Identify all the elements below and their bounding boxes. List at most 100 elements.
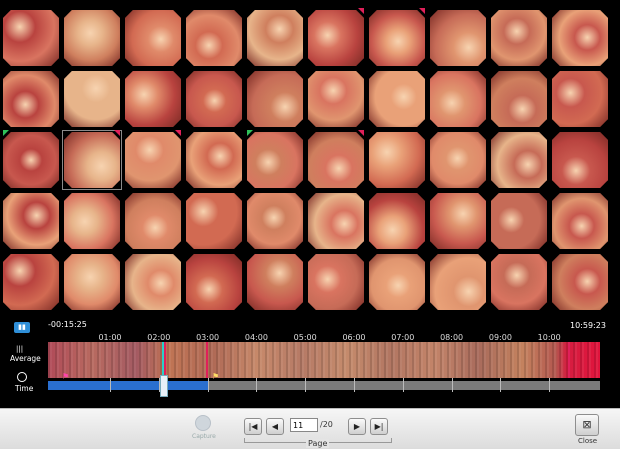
close-icon: ⊠ <box>582 418 592 431</box>
flag-icon[interactable]: ⚑ <box>212 372 219 381</box>
red-flag-marker <box>175 130 181 136</box>
timeline-tick-line <box>207 378 209 392</box>
page-number-input[interactable] <box>290 418 318 432</box>
endoscopy-thumbnail[interactable] <box>308 193 364 249</box>
endoscopy-thumbnail[interactable] <box>3 71 59 127</box>
camera-icon[interactable]: ▮▮ <box>14 322 30 333</box>
endoscopy-thumbnail[interactable] <box>369 254 425 310</box>
endoscopy-thumbnail[interactable] <box>186 193 242 249</box>
endoscopy-thumbnail[interactable] <box>3 254 59 310</box>
endoscopy-thumbnail[interactable] <box>247 193 303 249</box>
endoscopy-thumbnail[interactable] <box>125 193 181 249</box>
time-label: Time <box>15 384 34 393</box>
endoscopy-thumbnail[interactable] <box>125 10 181 66</box>
red-flag-marker <box>358 8 364 14</box>
endoscopy-thumbnail[interactable] <box>3 193 59 249</box>
endoscopy-thumbnail[interactable] <box>64 132 120 188</box>
timeline-tick-line <box>451 378 453 392</box>
endoscopy-thumbnail[interactable] <box>430 132 486 188</box>
timeline-tick-label: 04:00 <box>244 333 268 342</box>
timeline-tick-label: 03:00 <box>196 333 220 342</box>
timeline-tick-label: 01:00 <box>98 333 122 342</box>
skip-first-icon: |◀ <box>248 422 258 431</box>
timeline-cursor[interactable] <box>160 375 168 397</box>
endoscopy-thumbnail[interactable] <box>186 132 242 188</box>
red-flag-marker <box>114 130 120 136</box>
endoscopy-thumbnail[interactable] <box>308 10 364 66</box>
endoscopy-thumbnail[interactable] <box>125 132 181 188</box>
endoscopy-thumbnail[interactable] <box>64 10 120 66</box>
endoscopy-thumbnail[interactable] <box>491 132 547 188</box>
timeline-tick-label: 10:00 <box>537 333 561 342</box>
timeline-panel: ▮▮ -00:15:25 10:59:23 01:00 02:00 03:00 04:… <box>0 315 620 408</box>
endoscopy-thumbnail[interactable] <box>186 71 242 127</box>
endoscopy-thumbnail[interactable] <box>491 254 547 310</box>
timeline-tick-line <box>549 378 551 392</box>
endoscopy-thumbnail[interactable] <box>552 132 608 188</box>
endoscopy-thumbnail[interactable] <box>308 254 364 310</box>
bleed-marker <box>206 342 208 378</box>
timeline-tick-label: 08:00 <box>440 333 464 342</box>
average-color-bar[interactable] <box>48 342 600 378</box>
skip-last-icon: ▶| <box>374 422 384 431</box>
bleed-marker <box>568 342 570 378</box>
endoscopy-thumbnail[interactable] <box>247 132 303 188</box>
timeline-tick-label: 02:00 <box>147 333 171 342</box>
endoscopy-thumbnail[interactable] <box>552 71 608 127</box>
timeline-tick-line <box>256 378 258 392</box>
endoscopy-thumbnail[interactable] <box>430 71 486 127</box>
timeline-tick-label: 09:00 <box>488 333 512 342</box>
next-page-button[interactable]: ▶ <box>348 418 366 435</box>
endoscopy-thumbnail[interactable] <box>247 71 303 127</box>
red-flag-marker <box>419 8 425 14</box>
average-label: Average <box>10 354 41 363</box>
timeline-tick-line <box>402 378 404 392</box>
prev-icon: ◀ <box>271 422 279 431</box>
clock-icon <box>17 372 27 382</box>
endoscopy-thumbnail[interactable] <box>186 10 242 66</box>
endoscopy-thumbnail[interactable] <box>186 254 242 310</box>
timeline-start-time: -00:15:25 <box>48 320 87 329</box>
last-page-button[interactable]: ▶| <box>370 418 388 435</box>
endoscopy-thumbnail[interactable] <box>64 254 120 310</box>
flag-icon[interactable]: ⚑ <box>62 372 69 381</box>
endoscopy-thumbnail[interactable] <box>247 10 303 66</box>
endoscopy-thumbnail[interactable] <box>369 193 425 249</box>
endoscopy-thumbnail[interactable] <box>308 132 364 188</box>
endoscopy-thumbnail[interactable] <box>125 254 181 310</box>
timeline-tick-label: 06:00 <box>342 333 366 342</box>
timeline-tick-label: 05:00 <box>293 333 317 342</box>
endoscopy-thumbnail[interactable] <box>3 132 59 188</box>
timeline-end-time: 10:59:23 <box>570 321 606 330</box>
page-label: Page <box>306 439 330 448</box>
timeline-tick-line <box>305 378 307 392</box>
close-button[interactable]: ⊠ <box>575 414 599 436</box>
timeline-tick-line <box>354 378 355 392</box>
capture-icon <box>195 415 211 431</box>
timeline-tick-line <box>500 378 502 392</box>
prev-page-button[interactable]: ◀ <box>266 418 284 435</box>
endoscopy-thumbnail[interactable] <box>552 10 608 66</box>
capture-button[interactable]: Capture <box>192 415 216 443</box>
endoscopy-thumbnail[interactable] <box>369 10 425 66</box>
endoscopy-thumbnail[interactable] <box>430 254 486 310</box>
timeline-tick-line <box>110 378 111 392</box>
endoscopy-thumbnail[interactable] <box>491 71 547 127</box>
endoscopy-thumbnail[interactable] <box>491 10 547 66</box>
endoscopy-thumbnail[interactable] <box>308 71 364 127</box>
first-page-button[interactable]: |◀ <box>244 418 262 435</box>
green-flag-marker <box>3 130 9 136</box>
endoscopy-thumbnail[interactable] <box>430 10 486 66</box>
endoscopy-thumbnail[interactable] <box>64 193 120 249</box>
endoscopy-thumbnail[interactable] <box>64 71 120 127</box>
endoscopy-thumbnail[interactable] <box>491 193 547 249</box>
endoscopy-thumbnail[interactable] <box>247 254 303 310</box>
endoscopy-thumbnail[interactable] <box>125 71 181 127</box>
endoscopy-thumbnail[interactable] <box>552 254 608 310</box>
endoscopy-thumbnail[interactable] <box>369 132 425 188</box>
endoscopy-thumbnail[interactable] <box>430 193 486 249</box>
endoscopy-thumbnail[interactable] <box>552 193 608 249</box>
endoscopy-thumbnail[interactable] <box>369 71 425 127</box>
endoscopy-thumbnail[interactable] <box>3 10 59 66</box>
capture-label: Capture <box>192 433 216 440</box>
